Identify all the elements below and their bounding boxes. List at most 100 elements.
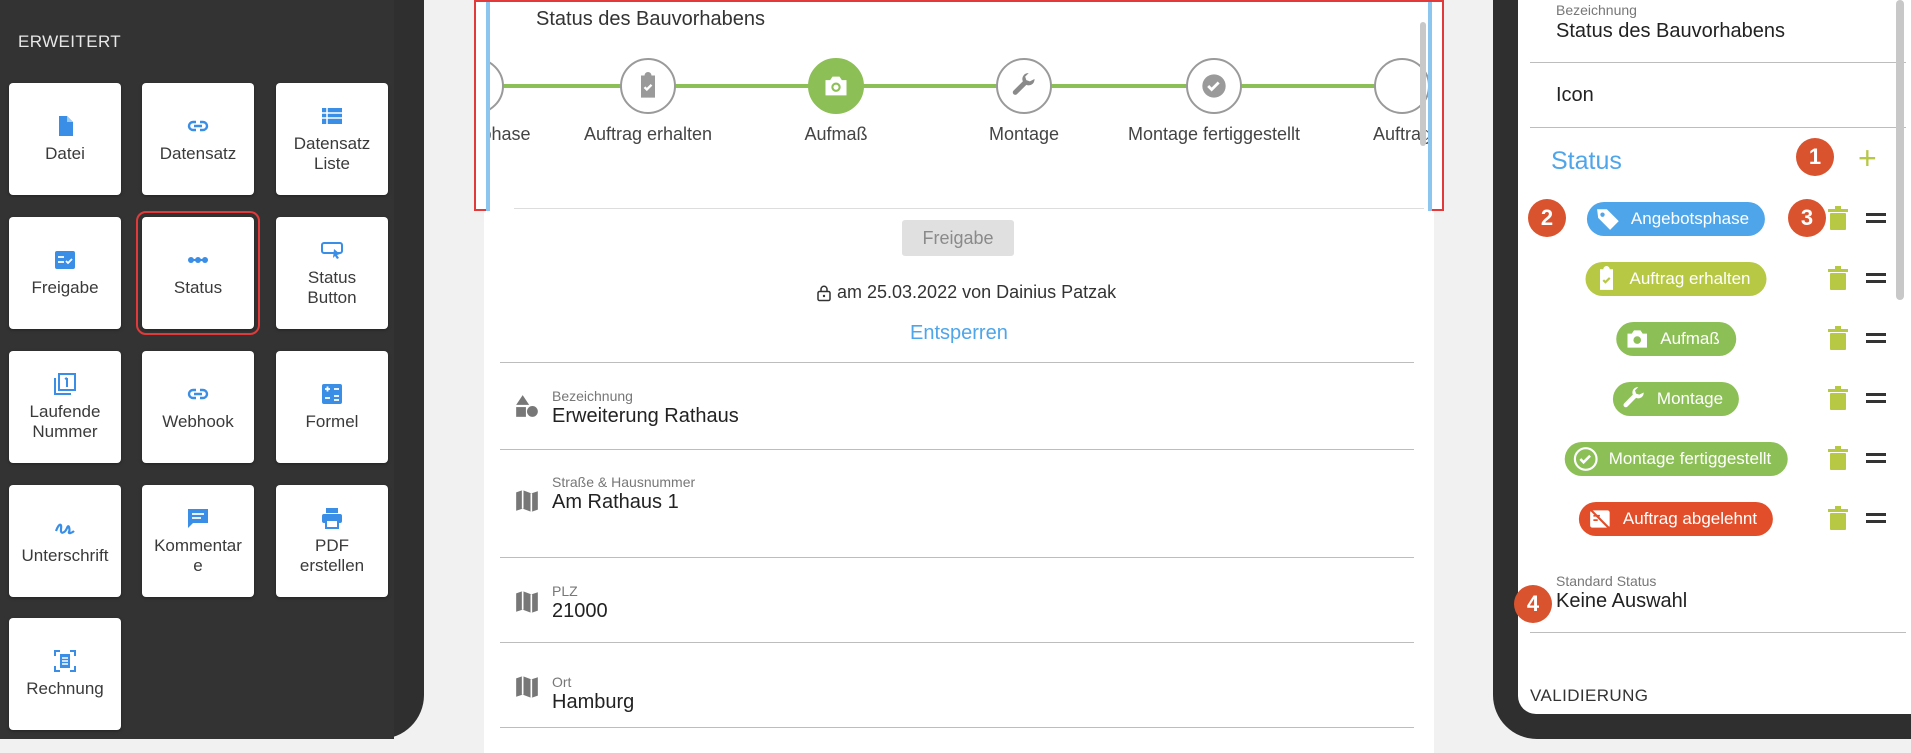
status-step-label: Montage bbox=[988, 124, 1060, 144]
file-icon bbox=[59, 116, 73, 136]
status-dots-icon bbox=[188, 257, 208, 263]
freigabe-button[interactable]: Freigabe bbox=[902, 220, 1014, 256]
printer-icon bbox=[322, 508, 342, 529]
camera-icon bbox=[1627, 330, 1647, 348]
status-chip-montage-fertiggestellt[interactable]: Montage fertiggestellt bbox=[1564, 442, 1788, 476]
invoice-icon bbox=[54, 650, 76, 672]
default-status-select[interactable]: Keine Auswahl bbox=[1556, 590, 1687, 613]
drag-handle-icon[interactable] bbox=[1866, 273, 1886, 283]
tile-status[interactable]: Status bbox=[136, 211, 260, 335]
divider bbox=[500, 362, 1414, 363]
status-step-label: Auftrag erhalten bbox=[583, 124, 713, 144]
default-status-label: Standard Status bbox=[1556, 573, 1657, 589]
status-stepper[interactable]: Status des Bauvorhabens phase Auftrag er… bbox=[486, 2, 1432, 211]
palette-section-label: ERWEITERT bbox=[18, 32, 122, 51]
drag-handle-icon[interactable] bbox=[1866, 213, 1886, 223]
status-chip-angebotsphase[interactable]: Angebotsphase bbox=[1586, 202, 1766, 236]
drag-handle-icon[interactable] bbox=[1866, 453, 1886, 463]
comment-icon bbox=[188, 509, 208, 528]
lock-text: am 25.03.2022 von Dainius Patzak bbox=[837, 282, 1117, 302]
divider bbox=[1530, 127, 1906, 128]
tile-datensatz[interactable]: Datensatz bbox=[142, 83, 254, 195]
field-ort[interactable]: Ort Hamburg bbox=[500, 660, 1414, 728]
status-preview-card: Status des Bauvorhabens phase Auftrag er… bbox=[474, 0, 1444, 211]
tile-rechnung[interactable]: Rechnung bbox=[9, 618, 121, 730]
divider bbox=[1530, 632, 1906, 633]
divider bbox=[514, 208, 1424, 209]
unlock-link[interactable]: Entsperren bbox=[910, 322, 1008, 345]
wrench-icon bbox=[1623, 387, 1644, 408]
clipboard-check-icon bbox=[641, 72, 655, 98]
tile-freigabe[interactable]: Freigabe bbox=[9, 217, 121, 329]
delete-status-icon[interactable] bbox=[1828, 386, 1848, 410]
tile-datei[interactable]: Datei bbox=[9, 83, 121, 195]
check-circle-icon bbox=[1202, 74, 1226, 98]
field-strasse[interactable]: Straße & Hausnummer Am Rathaus 1 bbox=[500, 466, 1414, 558]
check-circle-icon bbox=[1573, 447, 1598, 471]
drag-handle-icon[interactable] bbox=[1866, 333, 1886, 343]
drag-handle-icon[interactable] bbox=[1866, 513, 1886, 523]
field-bezeichnung[interactable]: Bezeichnung Erweiterung Rathaus bbox=[500, 380, 1414, 450]
lock-icon bbox=[817, 285, 831, 301]
status-chip-montage[interactable]: Montage bbox=[1612, 382, 1740, 416]
annotation-badge: 3 bbox=[1788, 199, 1826, 237]
signature-icon bbox=[54, 523, 75, 535]
clipboard-check-icon bbox=[1600, 266, 1614, 290]
cancel-doc-icon bbox=[1588, 507, 1612, 531]
settings-scrollbar[interactable] bbox=[1896, 0, 1904, 300]
link-icon bbox=[187, 388, 209, 400]
counter-icon bbox=[54, 373, 76, 395]
name-label: Bezeichnung bbox=[1556, 2, 1637, 18]
delete-status-icon[interactable] bbox=[1828, 506, 1848, 530]
status-step-angebotsphase[interactable] bbox=[490, 58, 504, 114]
annotation-badge: 1 bbox=[1796, 138, 1834, 176]
delete-status-icon[interactable] bbox=[1828, 206, 1848, 230]
status-chip-auftrag-erhalten[interactable]: Auftrag erhalten bbox=[1585, 262, 1767, 296]
delete-status-icon[interactable] bbox=[1828, 266, 1848, 290]
status-step-montage-fertiggestellt[interactable] bbox=[1186, 58, 1242, 114]
tile-datensatz-liste[interactable]: Datensatz Liste bbox=[276, 83, 388, 195]
tag-icon bbox=[1597, 209, 1619, 230]
delete-status-icon[interactable] bbox=[1828, 446, 1848, 470]
element-palette: ERWEITERT Datei Datensatz Datensatz List… bbox=[0, 0, 394, 739]
tile-unterschrift[interactable]: Unterschrift bbox=[9, 485, 121, 597]
tile-pdf-erstellen[interactable]: PDF erstellen bbox=[276, 485, 388, 597]
delete-status-icon[interactable] bbox=[1828, 326, 1848, 350]
annotation-badge: 2 bbox=[1528, 199, 1566, 237]
lock-info: am 25.03.2022 von Dainius Patzak bbox=[815, 282, 1116, 303]
element-settings-panel: Bezeichnung Status des Bauvorhabens Icon… bbox=[1518, 0, 1911, 714]
tile-formel[interactable]: Formel bbox=[276, 351, 388, 463]
map-icon bbox=[516, 591, 538, 613]
annotation-badge: 4 bbox=[1514, 585, 1552, 623]
divider bbox=[1530, 62, 1906, 63]
tile-webhook[interactable]: Webhook bbox=[142, 351, 254, 463]
tile-laufende-nummer[interactable]: Laufende Nummer bbox=[9, 351, 121, 463]
shapes-icon bbox=[516, 395, 538, 417]
name-input[interactable]: Status des Bauvorhabens bbox=[1556, 20, 1785, 43]
drag-handle-icon[interactable] bbox=[1866, 393, 1886, 403]
status-step-aufmass[interactable] bbox=[808, 58, 864, 114]
status-section-title: Status bbox=[1551, 147, 1622, 175]
icon-field[interactable]: Icon bbox=[1556, 84, 1594, 107]
status-step-auftrag-erhalten[interactable] bbox=[620, 58, 676, 114]
wrench-icon bbox=[1012, 73, 1035, 95]
status-step-label: Aufmaß bbox=[804, 124, 868, 144]
status-chip-aufmass[interactable]: Aufmaß bbox=[1616, 322, 1736, 356]
link-icon bbox=[187, 120, 209, 132]
status-scrollbar[interactable] bbox=[1420, 22, 1426, 146]
status-preview-title: Status des Bauvorhabens bbox=[536, 8, 766, 30]
field-plz[interactable]: PLZ 21000 bbox=[500, 575, 1414, 643]
status-step-label: phase bbox=[486, 124, 531, 144]
status-step-label: Montage fertiggestellt bbox=[1127, 124, 1301, 144]
status-button-icon bbox=[321, 242, 343, 259]
status-step-montage[interactable] bbox=[996, 58, 1052, 114]
status-chip-auftrag-abgelehnt[interactable]: Auftrag abgelehnt bbox=[1578, 502, 1774, 536]
tile-status-button[interactable]: Status Button bbox=[276, 217, 388, 329]
tile-kommentare[interactable]: Kommentar e bbox=[142, 485, 254, 597]
add-status-button[interactable]: + bbox=[1858, 142, 1877, 174]
validation-section-label: VALIDIERUNG bbox=[1530, 686, 1649, 705]
checklist-icon bbox=[55, 251, 75, 269]
calculator-icon bbox=[322, 384, 342, 404]
map-icon bbox=[516, 676, 538, 698]
camera-icon bbox=[825, 76, 847, 96]
